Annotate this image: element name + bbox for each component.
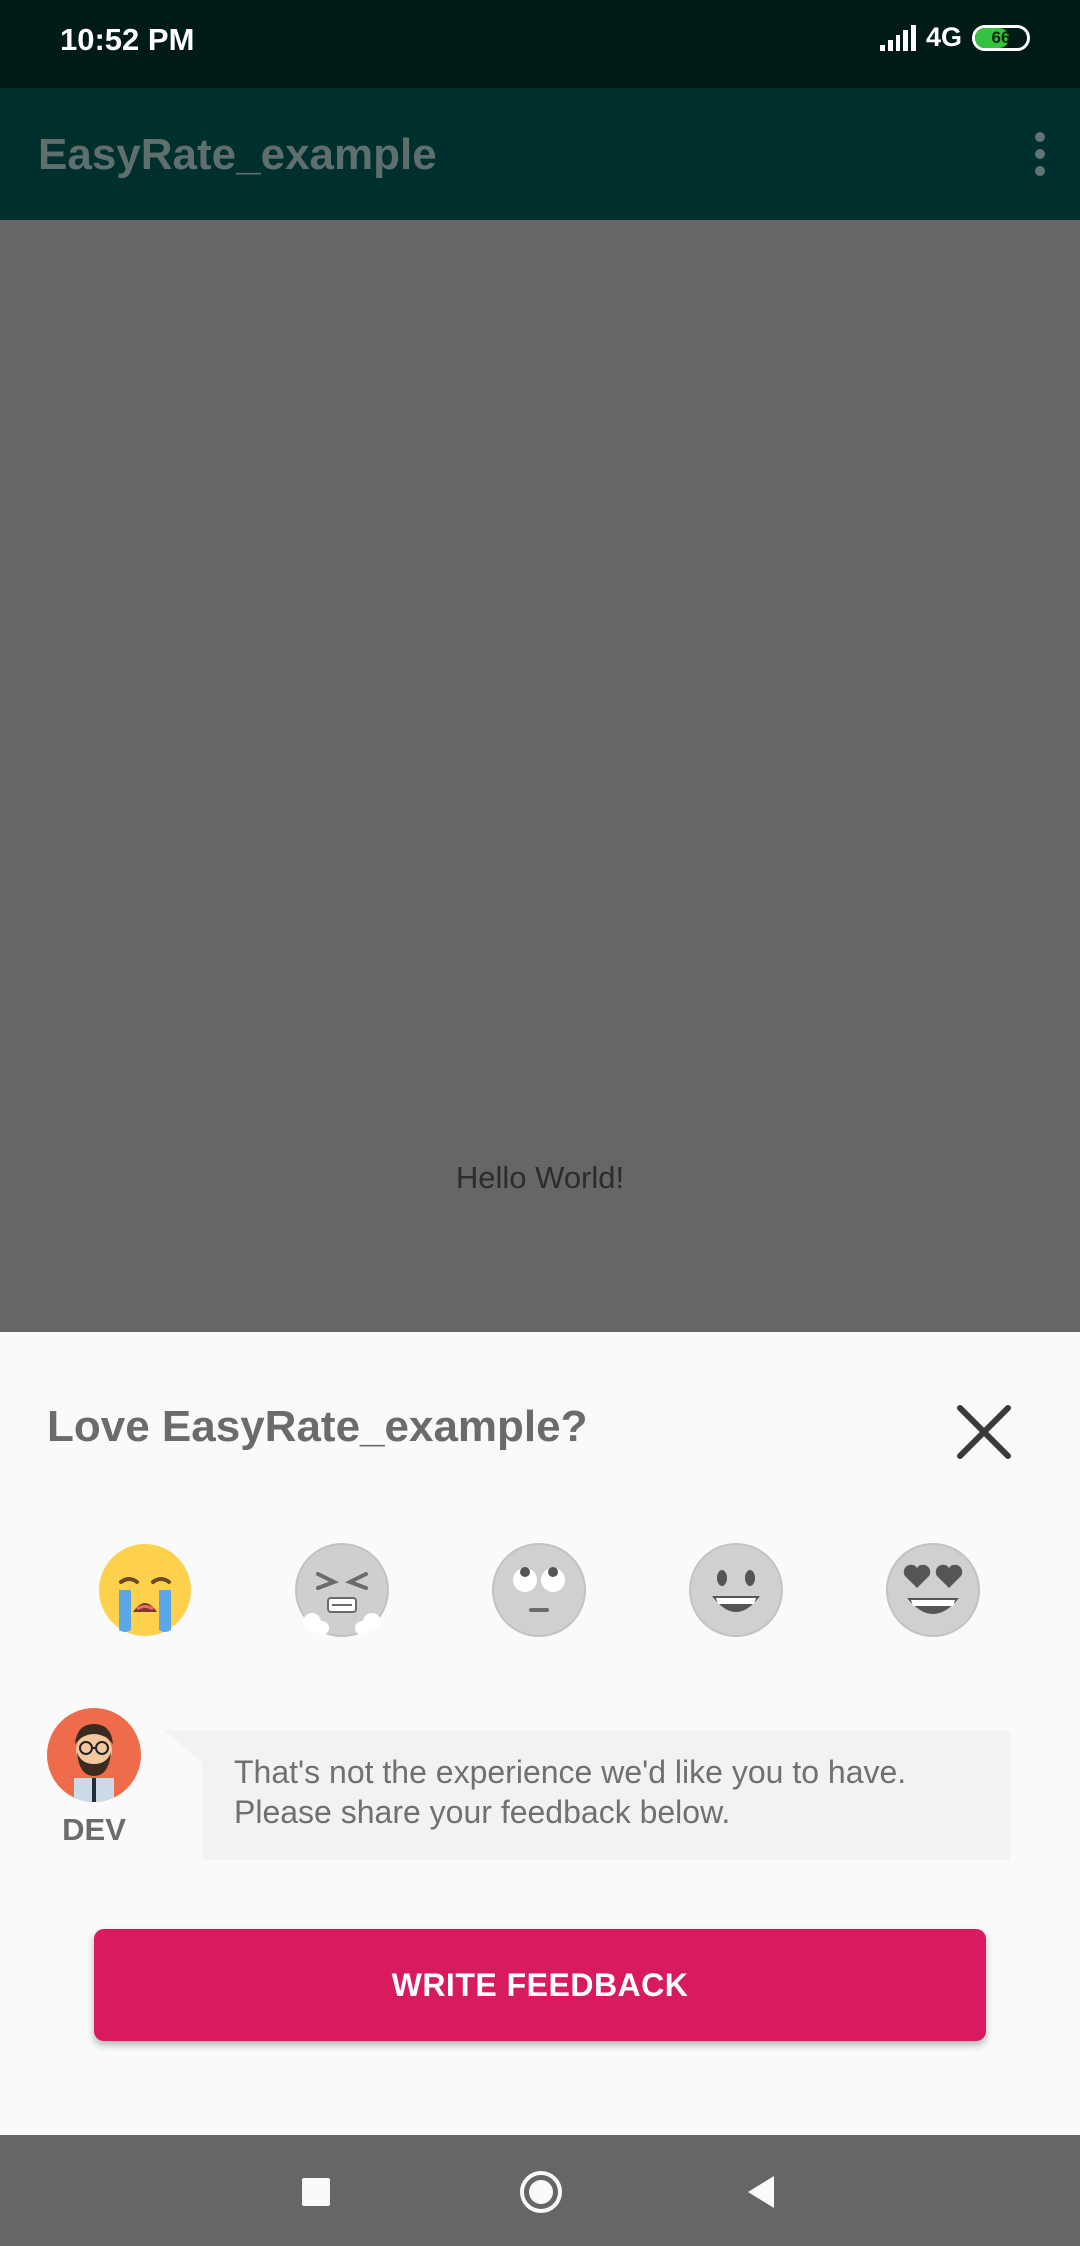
battery-level: 66 — [991, 27, 1011, 47]
square-icon[interactable] — [302, 2178, 330, 2206]
back-triangle-icon[interactable] — [748, 2176, 774, 2208]
crying-emoji[interactable] — [97, 1542, 193, 1638]
main-content-scrim[interactable]: Hello World! — [0, 220, 1080, 1332]
write-feedback-button[interactable]: WRITE FEEDBACK — [94, 1929, 986, 2041]
system-nav-bar — [0, 2135, 1080, 2246]
message-bubble: That's not the experience we'd like you … — [202, 1730, 1010, 1860]
feedback-message: That's not the experience we'd like you … — [234, 1754, 907, 1830]
status-bar: 10:52 PM 4G 66 — [0, 0, 1080, 88]
battery-icon: 66 — [972, 24, 1030, 51]
overflow-menu-icon[interactable] — [1030, 132, 1050, 176]
close-icon[interactable] — [952, 1400, 1016, 1464]
app-title: EasyRate_example — [38, 130, 437, 179]
smile-emoji[interactable] — [688, 1542, 784, 1638]
status-time: 10:52 PM — [60, 22, 195, 57]
app-bar: EasyRate_example — [0, 88, 1080, 220]
angry-emoji[interactable] — [294, 1542, 390, 1638]
hello-text: Hello World! — [455, 1160, 625, 1195]
network-label: 4G — [925, 22, 962, 52]
emoji-rating-row — [0, 1542, 1080, 1642]
dev-label: DEV — [62, 1812, 126, 1847]
dev-avatar — [47, 1708, 141, 1802]
message-bubble-tail — [164, 1730, 204, 1764]
sheet-title: Love EasyRate_example? — [47, 1402, 588, 1451]
eye-roll-emoji[interactable] — [491, 1542, 587, 1638]
heart-eyes-emoji[interactable] — [885, 1542, 981, 1638]
circle-icon[interactable] — [520, 2171, 562, 2213]
status-icons: 4G 66 — [879, 22, 1030, 53]
signal-icon — [879, 24, 916, 51]
rating-bottom-sheet: Love EasyRate_example? DEV That's not th… — [0, 1332, 1080, 2135]
